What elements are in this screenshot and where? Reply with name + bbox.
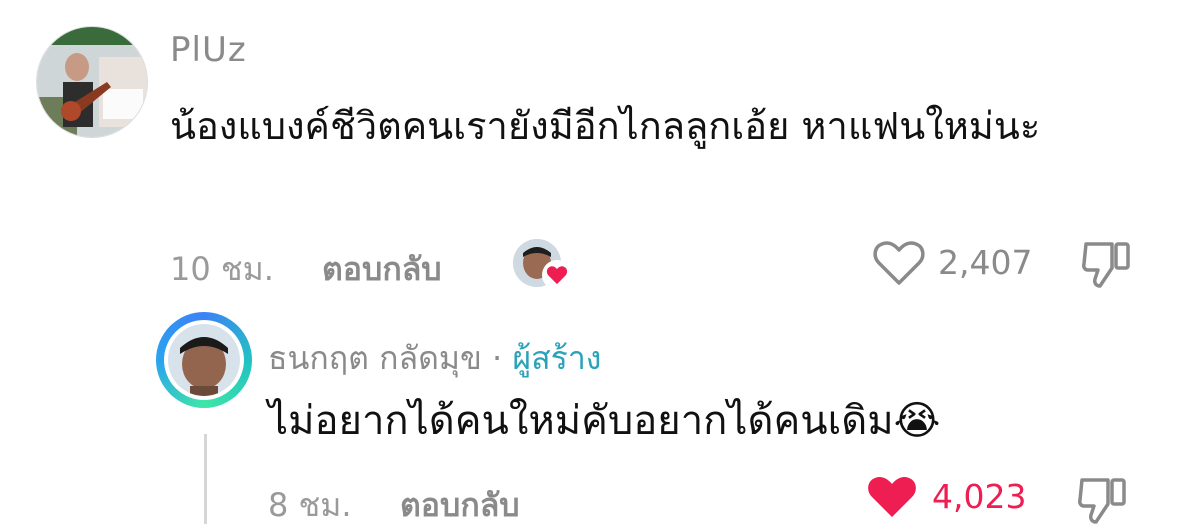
comment-like-count: 2,407 — [938, 243, 1033, 282]
comment-dislike-icon[interactable] — [1080, 238, 1134, 294]
commenter-avatar[interactable] — [36, 26, 148, 138]
comment-timestamp: 10 ชม. — [170, 250, 274, 288]
comment-like-heart-icon[interactable] — [873, 240, 925, 290]
reply-text-line: ไม่อยากได้คนใหม่คับอยากได้คนเดิม😭 — [268, 388, 940, 452]
thread-line — [204, 434, 207, 524]
reply-like-count: 4,023 — [932, 477, 1027, 516]
reply-username[interactable]: ธนกฤต กลัดมุข — [268, 339, 482, 377]
reply-username-line: ธนกฤต กลัดมุข · ผู้สร้าง — [268, 333, 601, 384]
reply-reply-button[interactable]: ตอบกลับ — [400, 480, 520, 531]
reply-timestamp: 8 ชม. — [268, 486, 352, 524]
reply-avatar[interactable] — [168, 324, 240, 396]
comment-text: น้องแบงค์ชีวิตคนเรายังมีอีกไกลลูกเอ้ย หา… — [170, 104, 1041, 148]
comment-reply-button[interactable]: ตอบกลับ — [322, 244, 442, 295]
crying-emoji-icon: 😭 — [893, 398, 941, 444]
creator-liked-heart-icon — [542, 260, 572, 290]
comment-username[interactable]: PlUz — [170, 30, 247, 70]
reply-text: ไม่อยากได้คนใหม่คับอยากได้คนเดิม — [268, 398, 894, 444]
reply-like-heart-icon[interactable] — [866, 474, 918, 524]
username-separator: · — [492, 339, 503, 377]
creator-label: ผู้สร้าง — [512, 339, 602, 377]
reply-dislike-icon[interactable] — [1076, 474, 1130, 530]
